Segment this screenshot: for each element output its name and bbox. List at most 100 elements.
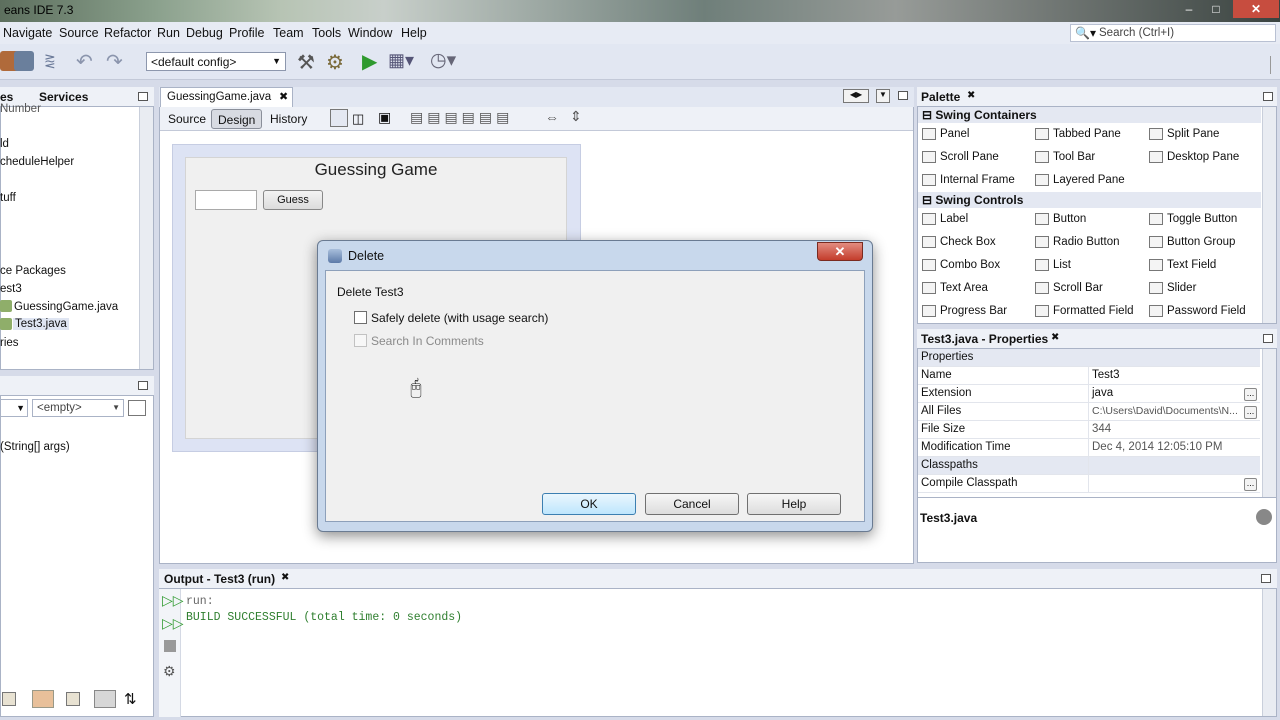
ellipsis-button[interactable]: ...	[1244, 388, 1257, 401]
palette-item[interactable]: Label	[940, 213, 968, 225]
nav-dropdown[interactable]: ▼	[0, 399, 28, 417]
tab-scroll-icon[interactable]: ◀▶	[843, 89, 869, 103]
palette-item[interactable]: Tabbed Pane	[1053, 128, 1121, 140]
window-close-button[interactable]: ✕	[1233, 0, 1279, 18]
tab-guessinggame[interactable]: GuessingGame.java ✖	[160, 87, 293, 107]
connection-mode-icon[interactable]: ◫	[352, 111, 364, 127]
palette-item[interactable]: Desktop Pane	[1167, 151, 1239, 163]
menu-profile[interactable]: Profile	[229, 26, 264, 40]
menu-team[interactable]: Team	[273, 26, 304, 40]
scrollbar[interactable]	[1262, 349, 1276, 497]
redo-icon[interactable]: ↷	[106, 49, 123, 74]
property-row[interactable]: Name Test3	[918, 367, 1260, 385]
menu-navigate[interactable]: Navigate	[3, 26, 52, 40]
settings-icon[interactable]: ⚙	[163, 663, 176, 680]
tree-item[interactable]: ce Packages	[0, 265, 66, 277]
property-value[interactable]: Test3	[1092, 369, 1120, 381]
palette-item[interactable]: Split Pane	[1167, 128, 1219, 140]
tree-item[interactable]: cheduleHelper	[0, 156, 74, 168]
stop-icon[interactable]	[164, 640, 176, 652]
rerun-icon[interactable]: ▷▷	[162, 592, 184, 609]
palette-item[interactable]: Internal Frame	[940, 174, 1015, 186]
menu-debug[interactable]: Debug	[186, 26, 223, 40]
safe-delete-checkbox[interactable]	[354, 311, 367, 324]
nav-options-icon[interactable]	[128, 400, 146, 416]
close-icon[interactable]: ✖	[279, 90, 288, 103]
properties-section[interactable]: Properties	[918, 349, 1260, 367]
close-icon[interactable]: ✖	[1051, 332, 1059, 343]
minimize-icon[interactable]	[138, 92, 148, 101]
dialog-close-button[interactable]: ✕	[817, 242, 863, 261]
menu-window[interactable]: Window	[348, 26, 392, 40]
menu-tools[interactable]: Tools	[312, 26, 341, 40]
scrollbar[interactable]	[1262, 107, 1276, 323]
close-icon[interactable]: ✖	[281, 572, 289, 583]
tab-services[interactable]: Services	[39, 90, 88, 104]
resize-horizontal-icon[interactable]: ⇔	[545, 109, 559, 125]
filter-icon[interactable]	[94, 690, 116, 708]
scrollbar[interactable]	[1262, 589, 1276, 716]
form-title-label[interactable]: Guessing Game	[185, 160, 567, 180]
palette-item[interactable]: Toggle Button	[1167, 213, 1237, 225]
nav-filter-select[interactable]: <empty> ▼	[32, 399, 124, 417]
menu-source[interactable]: Source	[59, 26, 99, 40]
format-icon[interactable]: ⪐	[44, 52, 56, 69]
rerun-with-args-icon[interactable]: ▷▷	[162, 615, 184, 632]
palette-item[interactable]: Panel	[940, 128, 969, 140]
cancel-button[interactable]: Cancel	[645, 493, 739, 515]
ok-button[interactable]: OK	[542, 493, 636, 515]
palette-item[interactable]: List	[1053, 259, 1071, 271]
property-row[interactable]: Modification Time Dec 4, 2014 12:05:10 PM	[918, 439, 1260, 457]
help-button[interactable]: Help	[747, 493, 841, 515]
property-row[interactable]: Extension java	[918, 385, 1260, 403]
tree-item[interactable]: est3	[0, 283, 22, 295]
tab-projects[interactable]: es	[0, 90, 13, 104]
history-button[interactable]: History	[264, 109, 313, 129]
form-text-field[interactable]	[195, 190, 257, 210]
palette-item[interactable]: Progress Bar	[940, 305, 1007, 317]
search-box[interactable]: 🔍▾ Search (Ctrl+I)	[1070, 24, 1276, 42]
ellipsis-button[interactable]: ...	[1244, 406, 1257, 419]
palette-item[interactable]: Button Group	[1167, 236, 1235, 248]
minimize-icon[interactable]	[1263, 334, 1273, 343]
property-row[interactable]: Compile Classpath	[918, 475, 1260, 493]
clean-build-icon[interactable]: ⚙	[326, 50, 344, 75]
palette-section-containers[interactable]: ⊟ Swing Containers	[918, 107, 1261, 123]
tree-item[interactable]: Number	[0, 103, 41, 115]
palette-item[interactable]: Check Box	[940, 236, 996, 248]
palette-item[interactable]: Radio Button	[1053, 236, 1120, 248]
property-value[interactable]: java	[1092, 387, 1113, 399]
palette-item[interactable]: Password Field	[1167, 305, 1246, 317]
undo-icon[interactable]: ↶	[76, 49, 93, 74]
classpaths-section[interactable]: Classpaths	[918, 457, 1260, 475]
maximize-icon[interactable]	[898, 91, 908, 100]
tree-item-test3[interactable]: Test3.java	[13, 318, 69, 330]
menu-help[interactable]: Help	[401, 26, 427, 40]
minimize-button[interactable]: –	[1176, 0, 1202, 18]
help-icon[interactable]	[1256, 509, 1272, 525]
filter-icon[interactable]	[32, 690, 54, 708]
profile-icon[interactable]: ◷▾	[430, 49, 456, 72]
debug-icon[interactable]: ▦▾	[388, 50, 414, 71]
sort-icon[interactable]: ⇅	[124, 690, 137, 708]
align-icons[interactable]: ▤▤▤▤▤▤	[410, 109, 513, 126]
palette-item[interactable]: Button	[1053, 213, 1086, 225]
palette-item[interactable]: Slider	[1167, 282, 1196, 294]
source-button[interactable]: Source	[162, 109, 212, 129]
palette-item[interactable]: Scroll Pane	[940, 151, 999, 163]
selection-mode-icon[interactable]	[330, 109, 348, 127]
filter-icon[interactable]	[66, 692, 80, 706]
output-title[interactable]: Output - Test3 (run)	[164, 572, 275, 586]
resize-vertical-icon[interactable]: ⇕	[570, 108, 582, 125]
tab-list-icon[interactable]: ▼	[876, 89, 890, 103]
palette-item[interactable]: Text Area	[940, 282, 988, 294]
property-row[interactable]: All Files C:\Users\David\Documents\N...	[918, 403, 1260, 421]
config-select[interactable]: <default config> ▼	[146, 52, 286, 71]
ellipsis-button[interactable]: ...	[1244, 478, 1257, 491]
tree-item[interactable]: ries	[0, 337, 19, 349]
menu-refactor[interactable]: Refactor	[104, 26, 151, 40]
tree-item[interactable]: ld	[0, 138, 9, 150]
design-button[interactable]: Design	[211, 109, 263, 129]
nav-item-main[interactable]: (String[] args)	[0, 441, 70, 453]
palette-item[interactable]: Combo Box	[940, 259, 1000, 271]
